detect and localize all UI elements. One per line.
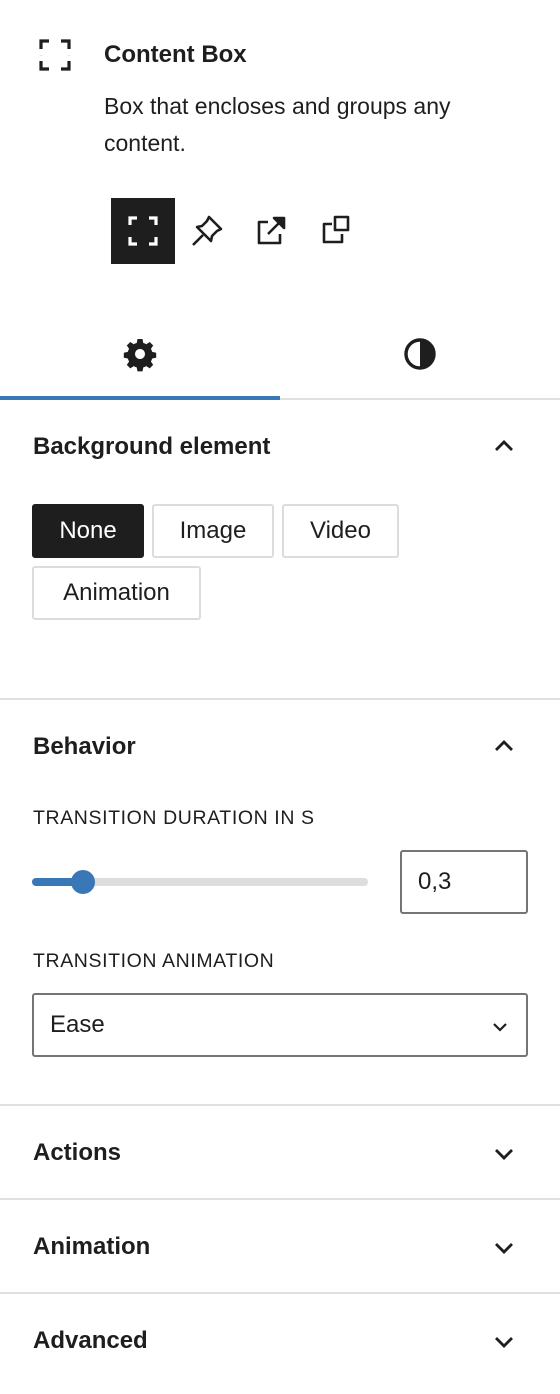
tab-styles[interactable] (280, 310, 560, 398)
chevron-up-icon (495, 440, 513, 451)
variation-pin-button[interactable] (175, 198, 239, 264)
content-box-icon (128, 216, 158, 246)
chevron-down-icon (495, 1149, 513, 1160)
actions-panel: Actions (0, 1106, 560, 1200)
animation-panel-header[interactable]: Animation (0, 1200, 560, 1294)
transition-duration-label: TRANSITION DURATION IN S (33, 807, 315, 829)
block-description: Box that encloses and groups any content… (104, 93, 451, 156)
transition-animation-label: TRANSITION ANIMATION (33, 950, 275, 972)
chevron-down-icon (495, 1337, 513, 1348)
gear-icon (123, 339, 157, 372)
external-link-icon (257, 216, 286, 245)
behavior-panel-header[interactable]: Behavior (0, 700, 560, 794)
panel-title: Animation (33, 1233, 151, 1260)
panel-title: Background element (33, 433, 271, 460)
transition-duration-slider-thumb[interactable] (71, 870, 95, 894)
background-element-panel-header[interactable]: Background element (0, 400, 560, 494)
actions-panel-header[interactable]: Actions (0, 1106, 560, 1200)
background-option-image[interactable]: Image (152, 504, 274, 558)
background-element-panel: Background element None Image Video Anim… (0, 400, 560, 700)
chevron-down-icon (493, 1023, 507, 1032)
copy-icon (322, 215, 350, 244)
pin-icon (192, 215, 223, 246)
variation-content-box-button[interactable] (111, 198, 175, 264)
panel-title: Advanced (33, 1327, 148, 1354)
advanced-panel: Advanced (0, 1294, 560, 1394)
tab-settings[interactable] (0, 310, 280, 400)
behavior-panel: Behavior TRANSITION DURATION IN S 0,3 TR… (0, 700, 560, 1106)
panel-title: Actions (33, 1139, 122, 1166)
block-card: Content Box Box that encloses and groups… (0, 0, 560, 300)
background-option-video[interactable]: Video (282, 504, 399, 558)
background-option-none[interactable]: None (32, 504, 144, 558)
chevron-up-icon (495, 740, 513, 751)
block-title: Content Box (104, 41, 247, 68)
block-variations (111, 198, 367, 264)
transition-animation-select[interactable]: Ease (32, 993, 528, 1057)
transition-animation-value: Ease (50, 1011, 105, 1038)
transition-duration-input[interactable]: 0,3 (400, 850, 528, 914)
contrast-icon (404, 338, 436, 370)
content-box-icon (39, 39, 71, 71)
inspector-tabs (0, 310, 560, 400)
chevron-down-icon (495, 1243, 513, 1254)
background-option-animation[interactable]: Animation (32, 566, 201, 620)
variation-copy-button[interactable] (303, 198, 367, 264)
animation-panel: Animation (0, 1200, 560, 1294)
variation-external-link-button[interactable] (239, 198, 303, 264)
advanced-panel-header[interactable]: Advanced (0, 1294, 560, 1388)
panel-title: Behavior (33, 733, 136, 760)
